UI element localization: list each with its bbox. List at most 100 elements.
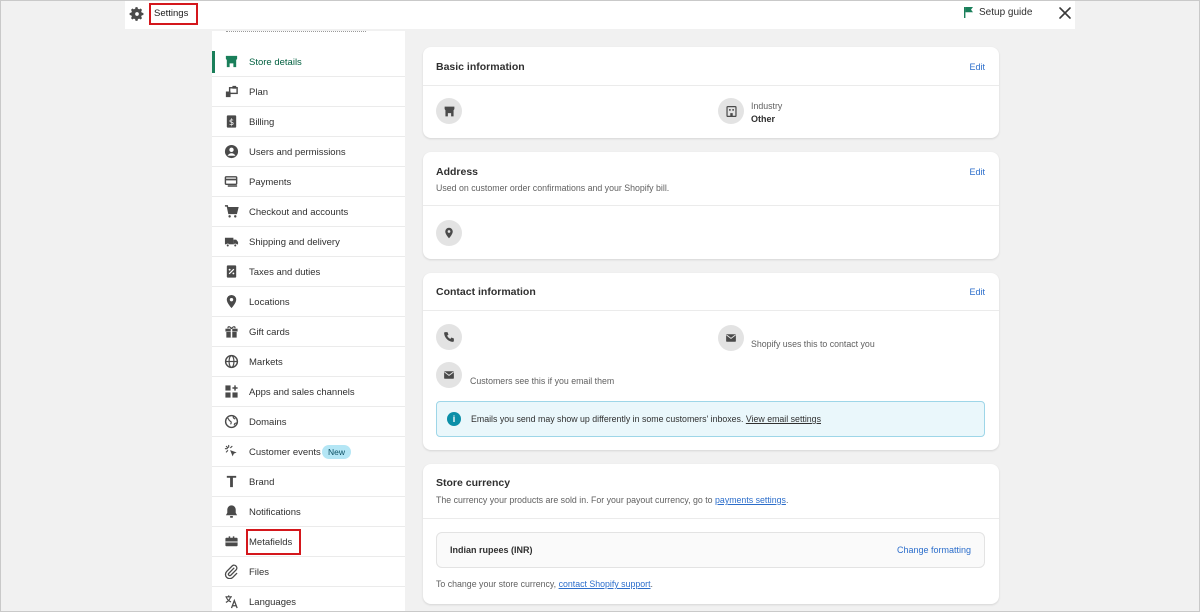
customer-email-note: Customers see this if you email them <box>470 376 615 386</box>
currency-footer-suffix: . <box>650 579 653 589</box>
settings-sidebar: Store details Plan $ Billing Users and p… <box>212 31 405 612</box>
sidebar-item-label: Shipping and delivery <box>249 237 340 248</box>
gift-icon <box>225 326 238 338</box>
translate-icon <box>225 595 238 609</box>
location-pin-icon <box>445 227 453 239</box>
metafields-icon <box>225 536 238 547</box>
user-icon <box>224 144 239 159</box>
sidebar-item-store-details[interactable]: Store details <box>212 47 405 77</box>
new-badge: New <box>322 445 352 459</box>
store-currency-card: Store currency The currency your product… <box>423 464 999 604</box>
phone-icon <box>444 332 454 342</box>
shopify-email-note: Shopify uses this to contact you <box>751 339 875 349</box>
payments-icon <box>224 176 238 187</box>
svg-text:$: $ <box>229 117 234 127</box>
top-bar: Settings Setup guide <box>125 0 1075 29</box>
card-title: Address <box>436 166 479 178</box>
sidebar-item-label: Languages <box>249 597 297 608</box>
sidebar-item-locations[interactable]: Locations <box>212 287 405 317</box>
currency-subtitle-suffix: . <box>785 495 789 505</box>
industry-icon-circle <box>718 98 744 124</box>
metafields-highlight <box>246 529 301 555</box>
card-title: Basic information <box>436 61 525 73</box>
page-title: Settings <box>149 3 198 25</box>
card-divider <box>423 205 999 206</box>
envelope-icon <box>726 334 736 342</box>
bell-icon <box>225 505 238 518</box>
sidebar-item-languages[interactable]: Languages <box>212 587 405 612</box>
industry-label: Industry <box>751 101 783 111</box>
sidebar-item-label: Users and permissions <box>249 147 346 158</box>
paperclip-icon <box>224 564 238 579</box>
payments-settings-link[interactable]: payments settings <box>715 495 786 505</box>
sidebar-item-notifications[interactable]: Notifications <box>212 497 405 527</box>
banner-message: Emails you send may show up differently … <box>471 414 744 424</box>
setup-guide-button[interactable]: Setup guide <box>963 6 1032 18</box>
edit-address-link[interactable]: Edit <box>969 167 985 177</box>
card-title: Contact information <box>436 286 536 298</box>
shopify-email-icon-circle <box>718 325 744 351</box>
sidebar-item-domains[interactable]: Domains <box>212 407 405 437</box>
sidebar-item-label: Checkout and accounts <box>249 207 349 218</box>
banner-text: Emails you send may show up differently … <box>471 414 821 424</box>
email-info-banner: i Emails you send may show up differentl… <box>436 401 985 437</box>
sidebar-item-brand[interactable]: Brand <box>212 467 405 497</box>
sidebar-item-gift-cards[interactable]: Gift cards <box>212 317 405 347</box>
industry-value: Other <box>751 114 776 124</box>
sidebar-item-label: Files <box>249 567 270 578</box>
sidebar-item-shipping[interactable]: Shipping and delivery <box>212 227 405 257</box>
sidebar-item-label: Notifications <box>249 507 301 518</box>
sidebar-item-label: Taxes and duties <box>249 267 321 278</box>
sidebar-item-checkout[interactable]: Checkout and accounts <box>212 197 405 227</box>
store-icon <box>225 55 238 68</box>
currency-subtitle-text: The currency your products are sold in. … <box>436 495 713 505</box>
sidebar-item-users[interactable]: Users and permissions <box>212 137 405 167</box>
edit-contact-link[interactable]: Edit <box>969 287 985 297</box>
tax-icon <box>226 265 237 278</box>
view-email-settings-link[interactable]: View email settings <box>746 414 821 424</box>
info-icon: i <box>447 412 461 426</box>
sidebar-item-taxes[interactable]: Taxes and duties <box>212 257 405 287</box>
brand-icon <box>226 475 237 488</box>
address-card: Address Edit Used on customer order conf… <box>423 152 999 259</box>
cart-icon <box>224 205 239 218</box>
store-name-icon-circle <box>436 98 462 124</box>
sidebar-item-markets[interactable]: Markets <box>212 347 405 377</box>
apps-icon <box>225 385 238 398</box>
setup-guide-label: Setup guide <box>979 6 1033 18</box>
sidebar-item-label: Apps and sales channels <box>249 387 355 398</box>
envelope-icon <box>444 371 454 379</box>
domain-globe-icon <box>224 414 239 429</box>
edit-basic-info-link[interactable]: Edit <box>969 62 985 72</box>
sidebar-item-label: Locations <box>249 297 290 308</box>
card-divider <box>423 85 999 86</box>
cursor-click-icon <box>224 444 237 457</box>
change-formatting-link[interactable]: Change formatting <box>897 545 971 555</box>
basic-information-card: Basic information Edit Industry Other <box>423 47 999 138</box>
sidebar-item-label: Payments <box>249 177 292 188</box>
gear-icon[interactable] <box>129 6 145 22</box>
contact-information-card: Contact information Edit Shopify uses th… <box>423 273 999 450</box>
sidebar-item-metafields[interactable]: Metafields <box>212 527 405 557</box>
sidebar-item-plan[interactable]: Plan <box>212 77 405 107</box>
sidebar-item-apps[interactable]: Apps and sales channels <box>212 377 405 407</box>
sidebar-item-payments[interactable]: Payments <box>212 167 405 197</box>
currency-subtitle: The currency your products are sold in. … <box>436 495 788 505</box>
card-divider <box>423 518 999 519</box>
sidebar-item-billing[interactable]: $ Billing <box>212 107 405 137</box>
contact-shopify-support-link[interactable]: contact Shopify support <box>559 579 651 589</box>
flag-icon <box>964 7 973 18</box>
close-icon[interactable] <box>1058 6 1072 20</box>
sidebar-item-files[interactable]: Files <box>212 557 405 587</box>
sidebar-item-label: Plan <box>249 87 269 98</box>
sidebar-item-customer-events[interactable]: Customer events New <box>212 437 405 467</box>
sidebar-item-label: Store details <box>249 57 302 68</box>
sidebar-item-label: Customer events <box>249 447 321 458</box>
currency-row: Indian rupees (INR) Change formatting <box>436 532 985 568</box>
address-subtitle: Used on customer order confirmations and… <box>436 183 670 193</box>
building-icon <box>725 105 737 117</box>
plan-icon <box>225 85 238 98</box>
address-icon-circle <box>436 220 462 246</box>
sidebar-item-label: Brand <box>249 477 275 488</box>
sidebar-item-label: Gift cards <box>249 327 290 338</box>
